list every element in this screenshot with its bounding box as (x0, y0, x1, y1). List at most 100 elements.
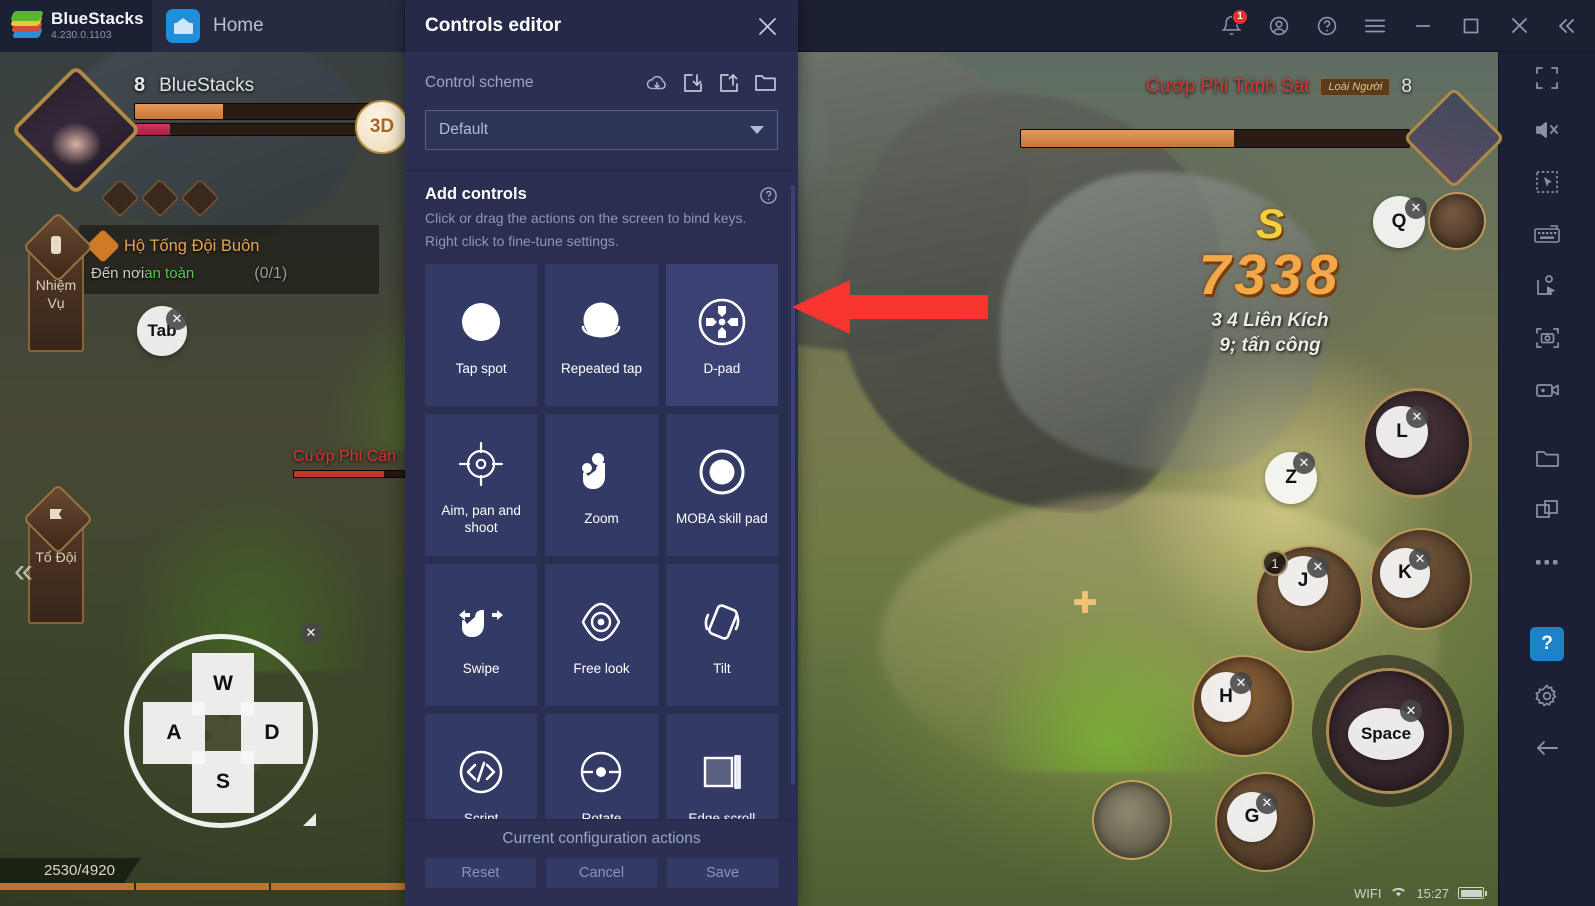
more-icon[interactable] (1499, 536, 1595, 588)
back-arrow-icon[interactable] (1499, 722, 1595, 774)
view-3d-button[interactable]: 3D (355, 100, 409, 154)
remove-keybind-q[interactable]: ✕ (1405, 197, 1427, 219)
remove-keybind-k[interactable]: ✕ (1409, 548, 1431, 570)
panel-header: Controls editor (405, 0, 798, 52)
player-avatar (10, 64, 142, 196)
control-tile-tap-spot[interactable]: Tap spot (425, 263, 538, 406)
close-icon[interactable] (752, 11, 782, 41)
control-tile-edge-scroll[interactable]: Edge scroll (665, 713, 778, 819)
collapse-icon[interactable] (1543, 0, 1591, 52)
remove-keybind-tab[interactable]: ✕ (166, 308, 188, 330)
macro-icon[interactable] (1499, 260, 1595, 312)
remove-keybind-g[interactable]: ✕ (1256, 792, 1278, 814)
control-tile-zoom[interactable]: Zoom (545, 413, 658, 556)
control-tile-swipe[interactable]: Swipe (425, 563, 538, 706)
control-tile-aim-pan-shoot[interactable]: Aim, pan and shoot (425, 413, 538, 556)
cloud-sync-icon[interactable] (644, 70, 670, 96)
buff-slot (100, 178, 140, 218)
question-circle-icon[interactable] (758, 185, 778, 205)
party-tab-label: Tổ Đội (35, 549, 77, 565)
control-tile-label: Edge scroll (688, 811, 756, 819)
import-icon[interactable] (680, 70, 706, 96)
remove-keybind-space[interactable]: ✕ (1400, 700, 1422, 722)
control-tile-label: Free look (573, 661, 630, 677)
skill-slot-extra[interactable] (1092, 780, 1172, 860)
free-look-eye-icon (575, 591, 627, 653)
minimize-icon[interactable] (1399, 0, 1447, 52)
control-tile-dpad[interactable]: D-pad (665, 263, 778, 406)
remove-keybind-l[interactable]: ✕ (1406, 406, 1428, 428)
crosshair-icon (454, 433, 508, 495)
control-tile-moba-skill-pad[interactable]: MOBA skill pad (665, 413, 778, 556)
damage-grade: S (1255, 200, 1284, 247)
reset-button[interactable]: Reset (425, 858, 536, 888)
skill-charge-badge: 1 (1262, 550, 1288, 576)
tab-home[interactable]: Home (152, 0, 404, 52)
target-marker-icon: ✚ (1072, 587, 1098, 620)
cursor-select-icon[interactable] (1499, 156, 1595, 208)
remove-keybind-j[interactable]: ✕ (1307, 556, 1329, 578)
save-button[interactable]: Save (667, 858, 778, 888)
quest-tab[interactable]: Nhiệm Vụ (28, 236, 84, 352)
control-scheme-value: Default (439, 121, 489, 138)
scroll-icon (45, 234, 67, 256)
dpad-key-down[interactable]: S (192, 751, 254, 813)
fullscreen-icon[interactable] (1499, 52, 1595, 104)
control-tile-repeated-tap[interactable]: Repeated tap (545, 263, 658, 406)
enemy-tag: Loài Người (1320, 78, 1391, 96)
quest-banner: Hộ Tống Đội Buôn Đến nơi an toàn (0/1) (79, 225, 379, 294)
media-folder-icon[interactable] (1499, 432, 1595, 484)
control-tile-free-look[interactable]: Free look (545, 563, 658, 706)
help-square-icon[interactable]: ? (1499, 618, 1595, 670)
enemy-secondary-nameplate: Cướp Phỉ Cấn (293, 448, 408, 478)
dpad-resize-handle[interactable] (303, 813, 316, 826)
damage-popup: S 7338 3 4 Liên Kích 9; tấn công (1155, 200, 1385, 357)
pinch-zoom-icon (575, 441, 627, 503)
panel-scrollbar[interactable] (791, 185, 795, 785)
export-icon[interactable] (716, 70, 742, 96)
repeated-tap-icon (575, 291, 627, 353)
multi-instance-icon[interactable] (1499, 484, 1595, 536)
account-icon[interactable] (1255, 0, 1303, 52)
buff-slot (180, 178, 220, 218)
keyboard-icon[interactable] (1499, 208, 1595, 260)
control-tile-script[interactable]: Script (425, 713, 538, 819)
control-scheme-select[interactable]: Default (425, 110, 778, 150)
screenshot-icon[interactable] (1499, 312, 1595, 364)
menu-icon[interactable] (1351, 0, 1399, 52)
help-icon[interactable] (1303, 0, 1351, 52)
folder-icon[interactable] (752, 70, 778, 96)
remove-dpad-button[interactable]: ✕ (300, 622, 322, 644)
dpad-icon (695, 291, 749, 353)
control-tile-tilt[interactable]: Tilt (665, 563, 778, 706)
record-icon[interactable] (1499, 364, 1595, 416)
quest-counter: (0/1) (254, 265, 288, 282)
brand-logo: BlueStacks 4.230.0.1103 (0, 0, 152, 52)
tap-spot-icon (455, 291, 507, 353)
quest-title: Hộ Tống Đội Buôn (124, 236, 260, 255)
party-tab[interactable]: Tổ Đội (28, 509, 84, 624)
quest-subtitle-highlight: an toàn (144, 265, 195, 282)
control-tile-rotate[interactable]: Rotate (545, 713, 658, 819)
remove-keybind-z[interactable]: ✕ (1293, 452, 1315, 474)
right-toolbar: ? (1498, 52, 1595, 906)
notifications-icon[interactable]: 1 (1207, 0, 1255, 52)
settings-gear-icon[interactable] (1499, 670, 1595, 722)
annotation-arrow (792, 280, 988, 334)
collapse-tabs-icon[interactable]: « (14, 552, 33, 591)
quest-subtitle-prefix: Đến nơi (91, 265, 145, 282)
cancel-button[interactable]: Cancel (546, 858, 657, 888)
control-tile-label: MOBA skill pad (676, 511, 768, 527)
skill-slot-item[interactable] (1428, 192, 1486, 250)
enemy-level: 8 (1401, 76, 1412, 97)
brand-version: 4.230.0.1103 (51, 29, 112, 42)
flag-icon (45, 506, 67, 528)
quest-tab-label: Nhiệm Vụ (35, 277, 77, 312)
add-controls-desc-line2: Right click to fine-tune settings. (425, 233, 619, 250)
mute-icon[interactable] (1499, 104, 1595, 156)
dpad-control[interactable]: W A D S (124, 634, 318, 828)
remove-keybind-h[interactable]: ✕ (1230, 672, 1252, 694)
maximize-icon[interactable] (1447, 0, 1495, 52)
close-icon[interactable] (1495, 0, 1543, 52)
damage-line1: 3 4 Liên Kích (1211, 310, 1329, 331)
